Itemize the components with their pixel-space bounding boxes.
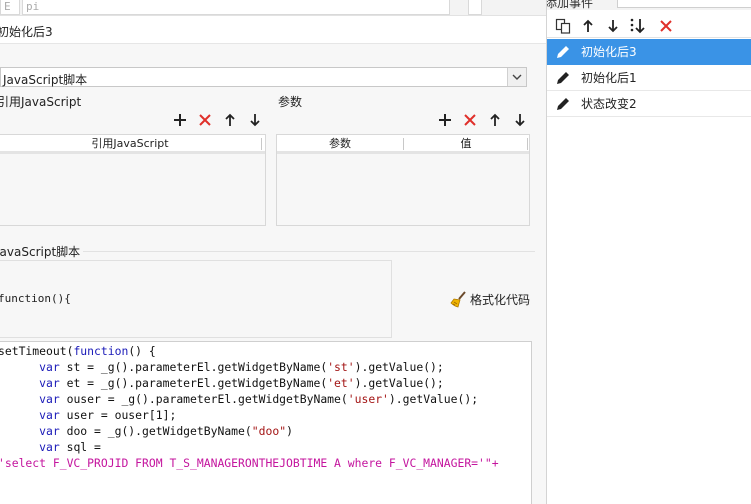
move-event-bottom-button[interactable] <box>629 17 647 35</box>
copy-event-button[interactable] <box>554 17 572 35</box>
column-divider <box>527 138 528 150</box>
code-line: var ouser = _g().parameterEl.getWidgetBy… <box>39 392 479 406</box>
js-script-label: JavaScript脚本 <box>0 243 84 260</box>
ref-js-column-header[interactable]: 引用JavaScript <box>0 135 261 153</box>
move-event-up-button[interactable] <box>579 17 597 35</box>
top-cell-1: E <box>0 0 20 15</box>
event-title-row: 初始化后3 <box>0 16 546 44</box>
move-to-bottom-icon <box>630 18 645 34</box>
ref-js-table-header: 引用JavaScript <box>0 135 265 154</box>
arrow-down-icon <box>515 114 525 127</box>
event-item[interactable]: 状态改变2 <box>547 91 751 117</box>
delete-x-icon <box>464 114 476 126</box>
function-header-box: function(){ <box>0 260 392 338</box>
script-type-value: JavaScript脚本 <box>3 73 88 87</box>
events-panel: 添加事件 初始化后3 初始化后1 状态改变2 <box>546 0 751 504</box>
arrow-up-icon <box>490 113 500 126</box>
ref-js-down-button[interactable] <box>246 111 264 129</box>
code-text: setTimeout(function() { var st = _g().pa… <box>0 343 499 471</box>
column-divider <box>261 138 262 150</box>
code-editor[interactable]: setTimeout(function() { var st = _g().pa… <box>0 341 532 504</box>
params-table: 参数 值 <box>276 134 530 226</box>
params-add-button[interactable] <box>436 111 454 129</box>
function-header-text: function(){ <box>0 292 71 305</box>
arrow-down-icon <box>250 114 260 127</box>
params-up-button[interactable] <box>486 111 504 129</box>
code-line: var et = _g().parameterEl.getWidgetByNam… <box>39 376 444 390</box>
ref-js-table: 引用JavaScript <box>0 134 266 226</box>
ref-js-delete-button[interactable] <box>196 111 214 129</box>
code-line: 'select F_VC_PROJID FROM T_S_MANAGERONTH… <box>0 456 499 470</box>
events-panel-title: 添加事件 <box>547 0 594 10</box>
delete-x-icon <box>660 20 672 32</box>
params-table-header: 参数 值 <box>277 135 529 154</box>
script-type-select[interactable]: JavaScript脚本 <box>0 67 527 87</box>
top-strip: E pi <box>0 0 546 16</box>
ref-js-add-button[interactable] <box>171 111 189 129</box>
param-name-column-header[interactable]: 参数 <box>277 135 403 153</box>
pencil-icon <box>557 97 569 110</box>
code-line: setTimeout(function() { <box>0 344 156 358</box>
delete-x-icon <box>199 114 211 126</box>
code-line: var doo = _g().getWidgetByName("doo") <box>39 424 293 438</box>
event-item[interactable]: 初始化后3 <box>547 39 751 65</box>
params-down-button[interactable] <box>511 111 529 129</box>
event-list: 初始化后3 初始化后1 状态改变2 <box>547 39 751 117</box>
chevron-down-icon[interactable] <box>507 68 526 86</box>
move-event-down-button[interactable] <box>604 17 622 35</box>
events-panel-header: 添加事件 <box>547 0 751 10</box>
event-item-label: 初始化后1 <box>581 71 637 85</box>
event-title: 初始化后3 <box>0 25 53 39</box>
format-code-button[interactable]: 格式化代码 <box>450 291 530 308</box>
plus-icon <box>174 114 186 126</box>
copy-icon <box>555 18 571 34</box>
event-editor-pane: E pi 初始化后3 JavaScript脚本 引用JavaScript 引用J… <box>0 0 546 504</box>
arrow-down-icon <box>608 20 618 33</box>
event-item-label: 初始化后3 <box>581 45 637 59</box>
format-code-label: 格式化代码 <box>470 293 531 307</box>
pencil-icon <box>557 45 569 58</box>
plus-icon <box>439 114 451 126</box>
code-line: var sql = <box>39 440 101 454</box>
code-line: var st = _g().parameterEl.getWidgetByNam… <box>39 360 444 374</box>
event-item[interactable]: 初始化后1 <box>547 65 751 91</box>
top-cell-2: pi <box>22 0 450 15</box>
events-toolbar <box>547 10 751 38</box>
delete-event-button[interactable] <box>657 17 675 35</box>
event-type-select[interactable] <box>617 0 751 8</box>
params-label: 参数 <box>278 95 303 109</box>
param-value-column-header[interactable]: 值 <box>404 135 528 153</box>
event-item-label: 状态改变2 <box>581 97 637 111</box>
pencil-icon <box>557 71 569 84</box>
ref-js-up-button[interactable] <box>221 111 239 129</box>
arrow-up-icon <box>583 19 593 32</box>
broom-icon <box>450 291 466 308</box>
params-delete-button[interactable] <box>461 111 479 129</box>
ref-js-label: 引用JavaScript <box>0 95 82 109</box>
code-line: var user = ouser[1]; <box>39 408 177 422</box>
arrow-up-icon <box>225 113 235 126</box>
top-cell-3 <box>468 0 482 15</box>
